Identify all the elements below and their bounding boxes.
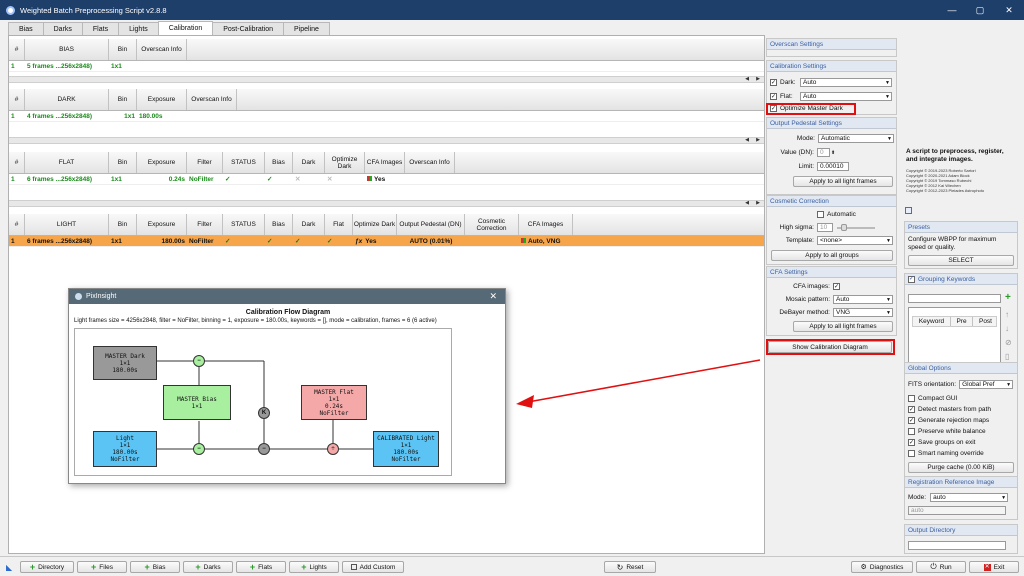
add-custom-button[interactable]: Add Custom: [342, 561, 404, 573]
add-darks-button[interactable]: + Darks: [183, 561, 233, 573]
plus-icon: +: [144, 562, 150, 572]
button-label: Files: [99, 563, 113, 571]
exit-icon: ✕: [983, 563, 991, 571]
run-button[interactable]: ⏻ Run: [916, 561, 966, 573]
button-label: Run: [939, 563, 952, 571]
add-directory-button[interactable]: + Directory: [20, 561, 74, 573]
button-label: Flats: [258, 563, 273, 571]
button-label: Add Custom: [359, 563, 396, 571]
plus-icon: +: [195, 562, 201, 572]
add-bias-button[interactable]: + Bias: [130, 561, 180, 573]
reset-button[interactable]: ↻ Reset: [604, 561, 656, 573]
add-lights-button[interactable]: + Lights: [289, 561, 339, 573]
power-icon: ⏻: [930, 562, 937, 571]
add-files-button[interactable]: + Files: [77, 561, 127, 573]
button-label: Directory: [38, 563, 65, 571]
exit-button[interactable]: ✕ Exit: [969, 561, 1019, 573]
reset-icon: ↻: [616, 562, 624, 572]
annotation-arrow: [516, 359, 761, 408]
button-label: Darks: [203, 563, 221, 571]
button-label: Diagnostics: [869, 563, 904, 571]
button-label: Lights: [309, 563, 327, 571]
expand-icon[interactable]: ◣: [6, 563, 12, 572]
plus-icon: +: [301, 562, 307, 572]
button-label: Reset: [626, 563, 644, 571]
diagnostics-button[interactable]: ⚙ Diagnostics: [851, 561, 913, 573]
plus-icon: +: [29, 562, 36, 572]
document-icon: [350, 564, 357, 570]
plus-icon: +: [91, 562, 97, 572]
bottom-toolbar: ◣ + Directory + Files + Bias + Darks + Flats …: [0, 556, 1024, 576]
button-label: Exit: [993, 563, 1005, 571]
gear-icon: ⚙: [860, 564, 867, 571]
plus-icon: +: [249, 562, 256, 572]
button-label: Bias: [152, 563, 166, 571]
add-flats-button[interactable]: + Flats: [236, 561, 286, 573]
